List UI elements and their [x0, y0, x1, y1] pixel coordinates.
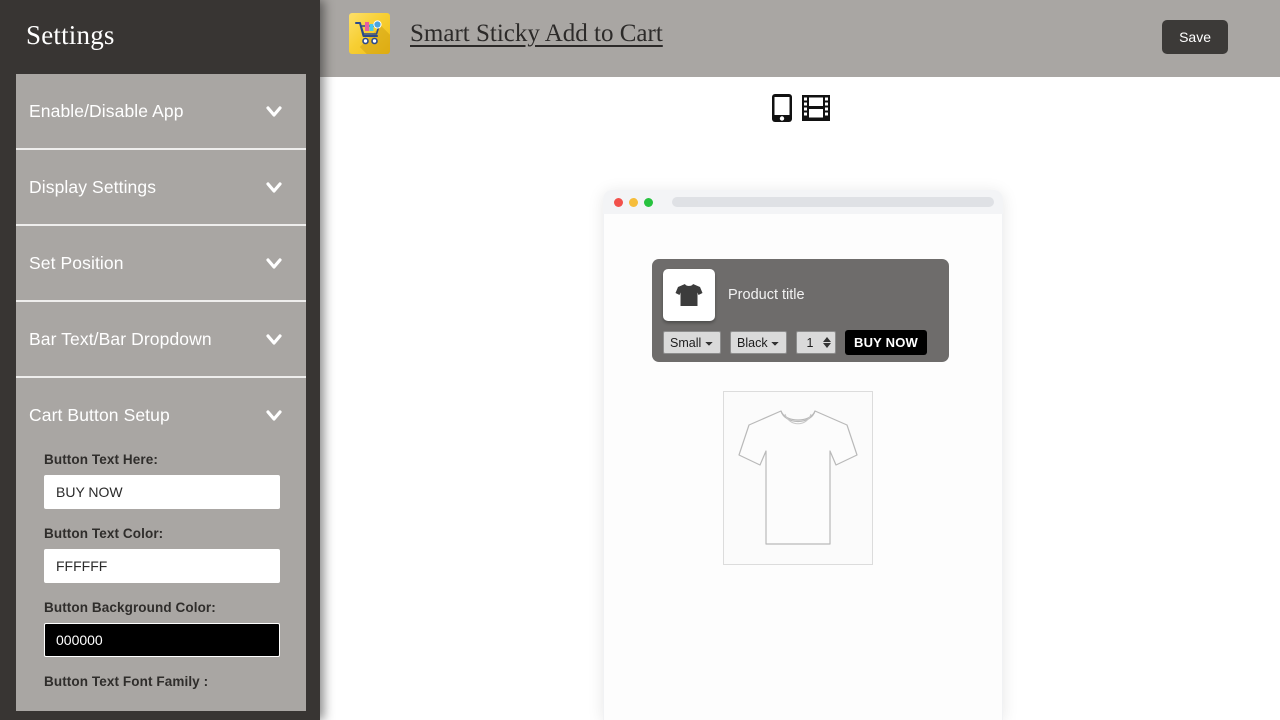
sidebar-section-bar-text-bar-dropdown[interactable]: Bar Text/Bar Dropdown: [16, 300, 306, 376]
sidebar-section-display-settings[interactable]: Display Settings: [16, 148, 306, 224]
button-text-color-label: Button Text Color:: [44, 526, 164, 541]
accordion-label: Cart Button Setup: [29, 404, 170, 425]
accordion-header[interactable]: Set Position: [16, 226, 306, 300]
sidebar-section-cart-button-setup[interactable]: Cart Button Setup Button Text Here: Butt…: [16, 376, 306, 711]
accordion-header[interactable]: Display Settings: [16, 150, 306, 224]
preview-pane: Product title Small Black 1 BUY NOW: [320, 77, 1280, 720]
mobile-view-icon[interactable]: [770, 93, 794, 128]
sidebar-section-set-position[interactable]: Set Position: [16, 224, 306, 300]
sticky-bar-top-row: Product title: [652, 259, 949, 321]
product-title: Product title: [728, 287, 805, 303]
button-text-input[interactable]: [44, 475, 280, 509]
chevron-up-icon[interactable]: [264, 405, 284, 425]
traffic-light-minimize-dot[interactable]: [629, 197, 638, 207]
traffic-light-close-dot[interactable]: [614, 197, 623, 207]
sidebar-section-enable-disable-app[interactable]: Enable/Disable App: [16, 74, 306, 148]
button-text-font-family-label: Button Text Font Family :: [44, 674, 209, 689]
button-text-label: Button Text Here:: [44, 452, 158, 467]
buy-now-button[interactable]: BUY NOW: [845, 330, 927, 355]
address-bar[interactable]: [672, 197, 994, 207]
page-title: Smart Sticky Add to Cart: [410, 19, 663, 47]
chevron-down-icon[interactable]: [264, 253, 284, 273]
quantity-stepper[interactable]: [796, 331, 836, 354]
desktop-view-icon[interactable]: [801, 93, 831, 128]
color-select[interactable]: Black: [730, 331, 787, 354]
settings-accordion: Enable/Disable App Display Settings Set …: [16, 74, 306, 711]
chevron-down-icon[interactable]: [264, 329, 284, 349]
app-header: Smart Sticky Add to Cart Save: [320, 0, 1280, 77]
product-image: [723, 391, 873, 565]
browser-mockup: Product title Small Black 1 BUY NOW: [603, 190, 1003, 720]
save-button[interactable]: Save: [1162, 20, 1228, 54]
browser-viewport: Product title Small Black 1 BUY NOW: [603, 214, 1003, 720]
tshirt-outline-image: [738, 410, 858, 545]
shopping-cart-logo-icon: [349, 13, 390, 54]
tshirt-icon: [675, 284, 703, 306]
button-background-color-input[interactable]: [44, 623, 280, 657]
settings-sidebar: Settings Enable/Disable App Display Sett…: [0, 0, 320, 720]
accordion-label: Display Settings: [29, 176, 157, 197]
sticky-add-to-cart-bar-preview: Product title Small Black 1 BUY NOW: [652, 259, 949, 362]
accordion-header[interactable]: Cart Button Setup: [16, 378, 306, 452]
button-text-color-input[interactable]: [44, 549, 280, 583]
size-select[interactable]: Small: [663, 331, 721, 354]
accordion-label: Enable/Disable App: [29, 100, 184, 121]
traffic-light-maximize-dot[interactable]: [644, 197, 653, 207]
sticky-bar-controls: Small Black BUY NOW: [652, 321, 949, 355]
accordion-label: Bar Text/Bar Dropdown: [29, 328, 212, 349]
brand[interactable]: Smart Sticky Add to Cart: [349, 13, 663, 54]
chevron-down-icon[interactable]: [264, 177, 284, 197]
product-thumbnail: [663, 269, 715, 321]
button-background-color-label: Button Background Color:: [44, 600, 216, 615]
accordion-label: Set Position: [29, 252, 124, 273]
accordion-header[interactable]: Bar Text/Bar Dropdown: [16, 302, 306, 376]
browser-titlebar: [603, 190, 1003, 214]
app-root: Settings Enable/Disable App Display Sett…: [0, 0, 1280, 720]
quantity-input[interactable]: [797, 331, 823, 354]
sidebar-title: Settings: [26, 20, 115, 50]
accordion-header[interactable]: Enable/Disable App: [16, 74, 306, 148]
device-toggle-group: [320, 77, 1280, 128]
cart-button-setup-form: Button Text Here: Button Text Color: But…: [16, 452, 306, 711]
chevron-down-icon[interactable]: [264, 101, 284, 121]
quantity-spinner-icon[interactable]: [823, 337, 835, 348]
